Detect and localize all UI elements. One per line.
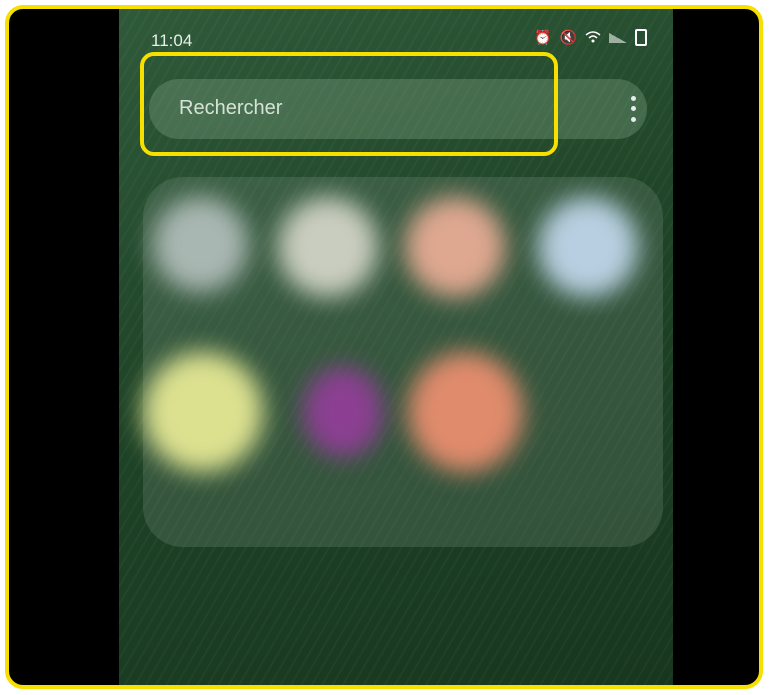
app-icon-5[interactable] <box>143 352 263 472</box>
app-folder[interactable] <box>143 177 663 547</box>
wifi-icon <box>585 30 601 46</box>
status-icons: ⏰ 🔇 <box>534 29 647 46</box>
more-vertical-icon <box>630 95 636 101</box>
alarm-icon: ⏰ <box>534 29 552 45</box>
status-bar: 11:04 ⏰ 🔇 <box>119 9 673 50</box>
battery-icon <box>635 29 647 46</box>
more-options-button[interactable] <box>625 93 641 125</box>
search-highlight-outline <box>140 52 558 156</box>
app-icon-7[interactable] <box>408 352 523 472</box>
app-icon-4[interactable] <box>538 197 638 297</box>
mute-icon: 🔇 <box>559 29 577 45</box>
screenshot-frame: 11:04 ⏰ 🔇 Rechercher <box>5 5 763 689</box>
app-icon-1[interactable] <box>153 197 248 292</box>
app-icon-6[interactable] <box>303 367 383 457</box>
app-icon-2[interactable] <box>278 197 378 297</box>
app-icon-3[interactable] <box>405 197 505 297</box>
status-time: 11:04 <box>151 31 193 50</box>
signal-icon <box>609 32 627 43</box>
